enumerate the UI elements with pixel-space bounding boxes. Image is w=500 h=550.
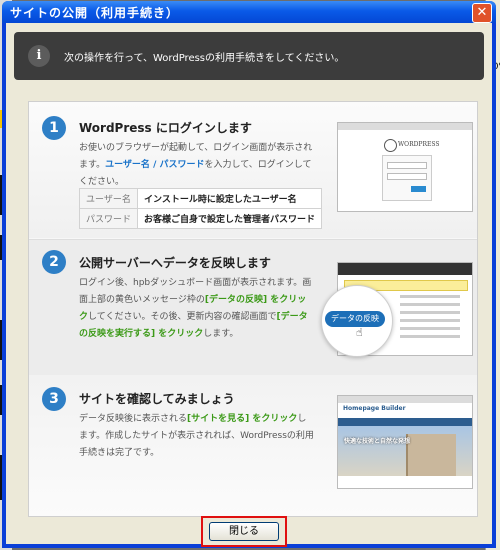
callout-circle: データの反映 ☝: [321, 285, 393, 357]
step-title: サイトを確認してみましょう: [79, 392, 235, 406]
thumb-brand: Homepage Builder: [343, 405, 406, 412]
desc-highlight: [サイトを見る] をクリック: [187, 414, 298, 424]
step-title: WordPress にログインします: [79, 121, 252, 135]
login-screenshot: WORDPRESS: [337, 122, 473, 212]
dialog-titlebar[interactable]: サイトの公開（利用手続き） ✕: [2, 1, 496, 23]
desc-highlight: ユーザー名 / パスワード: [105, 160, 205, 170]
steps-panel: 1 WordPress にログインします お使いのブラウザーが起動して、ログイン…: [28, 101, 478, 517]
step-description: ログイン後、hpbダッシュボード画面が表示されます。画面上部の黄色いメッセージ枠…: [79, 275, 314, 343]
message-bar: i 次の操作を行って、WordPressの利用手続きをしてください。: [14, 32, 484, 80]
step-number: 1: [42, 116, 66, 140]
pointer-icon: ☝: [356, 326, 363, 339]
step-number: 2: [42, 250, 66, 274]
desc-text: データ反映後に表示される: [79, 414, 188, 424]
message-text: 次の操作を行って、WordPressの利用手続きをしてください。: [64, 53, 345, 64]
close-button[interactable]: 閉じる: [209, 522, 279, 541]
dialog-body: i 次の操作を行って、WordPressの利用手続きをしてください。 1 Wor…: [6, 23, 492, 547]
close-icon[interactable]: ✕: [472, 3, 492, 23]
thumb-caption: 快適な技術と自然な発想: [344, 438, 411, 445]
site-screenshot: Homepage Builder 快適な技術と自然な発想: [337, 395, 473, 489]
wordpress-logo-icon: [384, 139, 397, 152]
dialog-title: サイトの公開（利用手続き）: [10, 6, 180, 20]
table-row: ユーザー名 インストール時に設定したユーザー名: [78, 188, 323, 209]
step-number: 3: [42, 387, 66, 411]
step-2: 2 公開サーバーへデータを反映します ログイン後、hpbダッシュボード画面が表示…: [29, 239, 477, 376]
desc-text: します。: [203, 329, 239, 339]
building-photo: 快適な技術と自然な発想: [338, 426, 472, 476]
close-button-highlight: 閉じる: [201, 516, 287, 547]
credential-value: お客様ご自身で設定した管理者パスワード: [137, 208, 323, 229]
step-title: 公開サーバーへデータを反映します: [79, 256, 271, 270]
desc-text: してください。その後、更新内容の確認画面で: [88, 312, 277, 322]
step-description: お使いのブラウザーが起動して、ログイン画面が表示されます。ユーザー名 / パスワ…: [79, 140, 314, 191]
credentials-table: ユーザー名 インストール時に設定したユーザー名 パスワード お客様ご自身で設定し…: [78, 188, 323, 229]
step-3: 3 サイトを確認してみましょう データ反映後に表示される[サイトを見る] をクリ…: [29, 375, 477, 516]
info-icon: i: [28, 45, 50, 67]
credential-value: インストール時に設定したユーザー名: [137, 188, 323, 209]
credential-label: ユーザー名: [78, 188, 139, 209]
step-1: 1 WordPress にログインします お使いのブラウザーが起動して、ログイン…: [29, 102, 477, 238]
publish-dialog: サイトの公開（利用手続き） ✕ i 次の操作を行って、WordPressの利用手…: [2, 1, 496, 548]
thumb-logo: WORDPRESS: [398, 141, 440, 148]
credential-label: パスワード: [78, 208, 139, 229]
reflect-data-button[interactable]: データの反映: [325, 311, 385, 327]
step-description: データ反映後に表示される[サイトを見る] をクリックします。作成したサイトが表示…: [79, 411, 314, 462]
table-row: パスワード お客様ご自身で設定した管理者パスワード: [78, 208, 323, 229]
